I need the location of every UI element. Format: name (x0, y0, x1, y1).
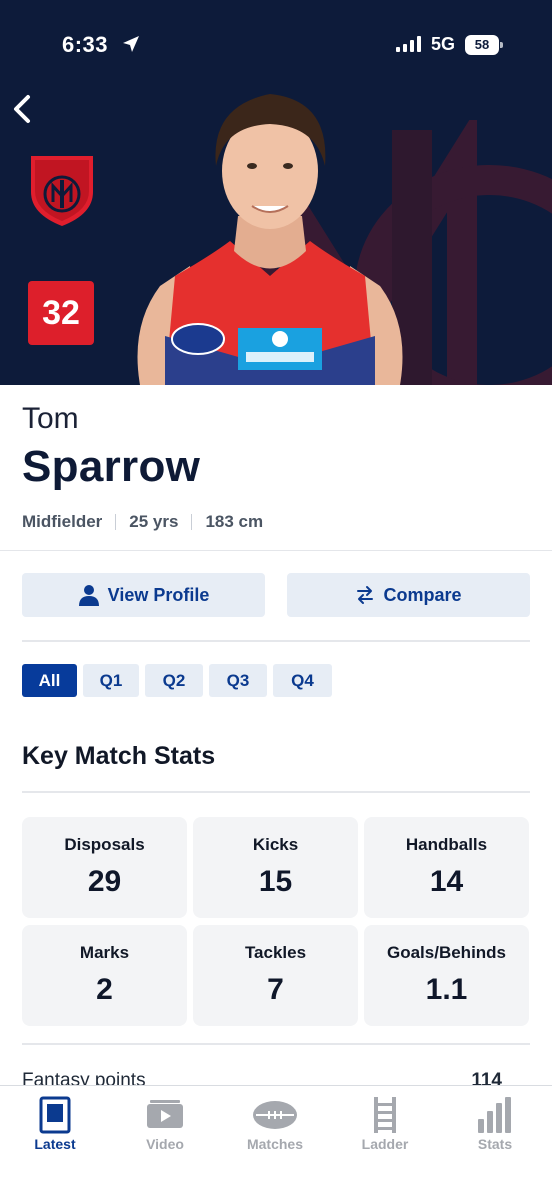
stat-value: 14 (429, 865, 464, 898)
melbourne-club-logo (27, 150, 97, 228)
bottom-tab-bar: Latest Video Matches Ladder Stats (0, 1085, 552, 1200)
meta-separator (191, 514, 193, 530)
stat-label: Tackles (244, 943, 307, 962)
divider (22, 791, 530, 793)
divider (22, 640, 530, 642)
nav-ladder[interactable]: Ladder (330, 1086, 440, 1166)
cellular-signal-icon (396, 36, 421, 52)
nav-stats[interactable]: Stats (440, 1086, 550, 1166)
nav-label: Video (146, 1136, 184, 1152)
network-type: 5G (431, 34, 456, 54)
stat-card-handballs: Handballs 14 (364, 817, 529, 918)
player-photo (137, 94, 403, 385)
stat-card-tackles: Tackles 7 (193, 925, 358, 1026)
divider (0, 550, 552, 551)
player-height: 183 cm (205, 512, 264, 531)
tab-q2[interactable]: Q2 (145, 664, 203, 697)
stat-value: 15 (258, 865, 293, 898)
player-meta: Midfielder 25 yrs 183 cm (22, 512, 263, 532)
compare-button[interactable]: Compare (287, 573, 530, 617)
tab-q3[interactable]: Q3 (209, 664, 267, 697)
nav-label: Latest (34, 1136, 76, 1152)
nav-label: Ladder (361, 1136, 409, 1152)
tab-all[interactable]: All (22, 664, 77, 697)
latest-icon (39, 1096, 71, 1134)
meta-separator (115, 514, 117, 530)
player-first-name: Tom (22, 402, 79, 435)
view-profile-button[interactable]: View Profile (22, 573, 265, 617)
stat-card-goals-behinds: Goals/Behinds 1.1 (364, 925, 529, 1026)
tab-q1[interactable]: Q1 (83, 664, 139, 697)
player-age: 25 yrs (129, 512, 179, 531)
stat-card-kicks: Kicks 15 (193, 817, 358, 918)
video-icon (147, 1100, 183, 1128)
status-time: 6:33 (62, 32, 109, 57)
bar-chart-icon (478, 1097, 511, 1133)
player-position: Midfielder (22, 512, 103, 531)
battery-level: 58 (465, 35, 499, 55)
nav-label: Matches (246, 1136, 304, 1152)
stat-card-disposals: Disposals 29 (22, 817, 187, 918)
tab-q4[interactable]: Q4 (273, 664, 332, 697)
swap-arrows-icon (357, 586, 374, 604)
nav-latest[interactable]: Latest (0, 1086, 110, 1166)
stat-card-marks: Marks 2 (22, 925, 187, 1026)
stat-label: Disposals (64, 835, 145, 854)
back-chevron-icon[interactable] (8, 92, 40, 126)
divider (22, 1043, 530, 1045)
battery-icon: 58 (465, 35, 503, 55)
ladder-icon (374, 1097, 396, 1133)
quarter-tabs: All Q1 Q2 Q3 Q4 (22, 664, 338, 697)
nav-video[interactable]: Video (110, 1086, 220, 1166)
nav-label: Stats (477, 1136, 513, 1152)
player-last-name: Sparrow (22, 442, 201, 491)
stat-label: Marks (79, 943, 130, 962)
stat-value: 2 (96, 973, 113, 1006)
stat-label: Goals/Behinds (386, 943, 507, 962)
stat-label: Kicks (252, 835, 299, 854)
player-hero: 6:33 5G 58 32 (0, 0, 552, 385)
nav-matches[interactable]: Matches (220, 1086, 330, 1166)
football-icon (253, 1101, 297, 1129)
person-icon (78, 585, 99, 606)
location-arrow-icon (123, 36, 139, 52)
stat-value: 1.1 (425, 973, 468, 1006)
stat-value: 7 (267, 973, 284, 1006)
compare-label: Compare (383, 584, 462, 605)
stat-label: Handballs (405, 835, 488, 854)
section-title: Key Match Stats (22, 742, 216, 770)
view-profile-label: View Profile (107, 584, 210, 605)
jersey-number: 32 (28, 281, 94, 345)
stat-value: 29 (87, 865, 122, 898)
